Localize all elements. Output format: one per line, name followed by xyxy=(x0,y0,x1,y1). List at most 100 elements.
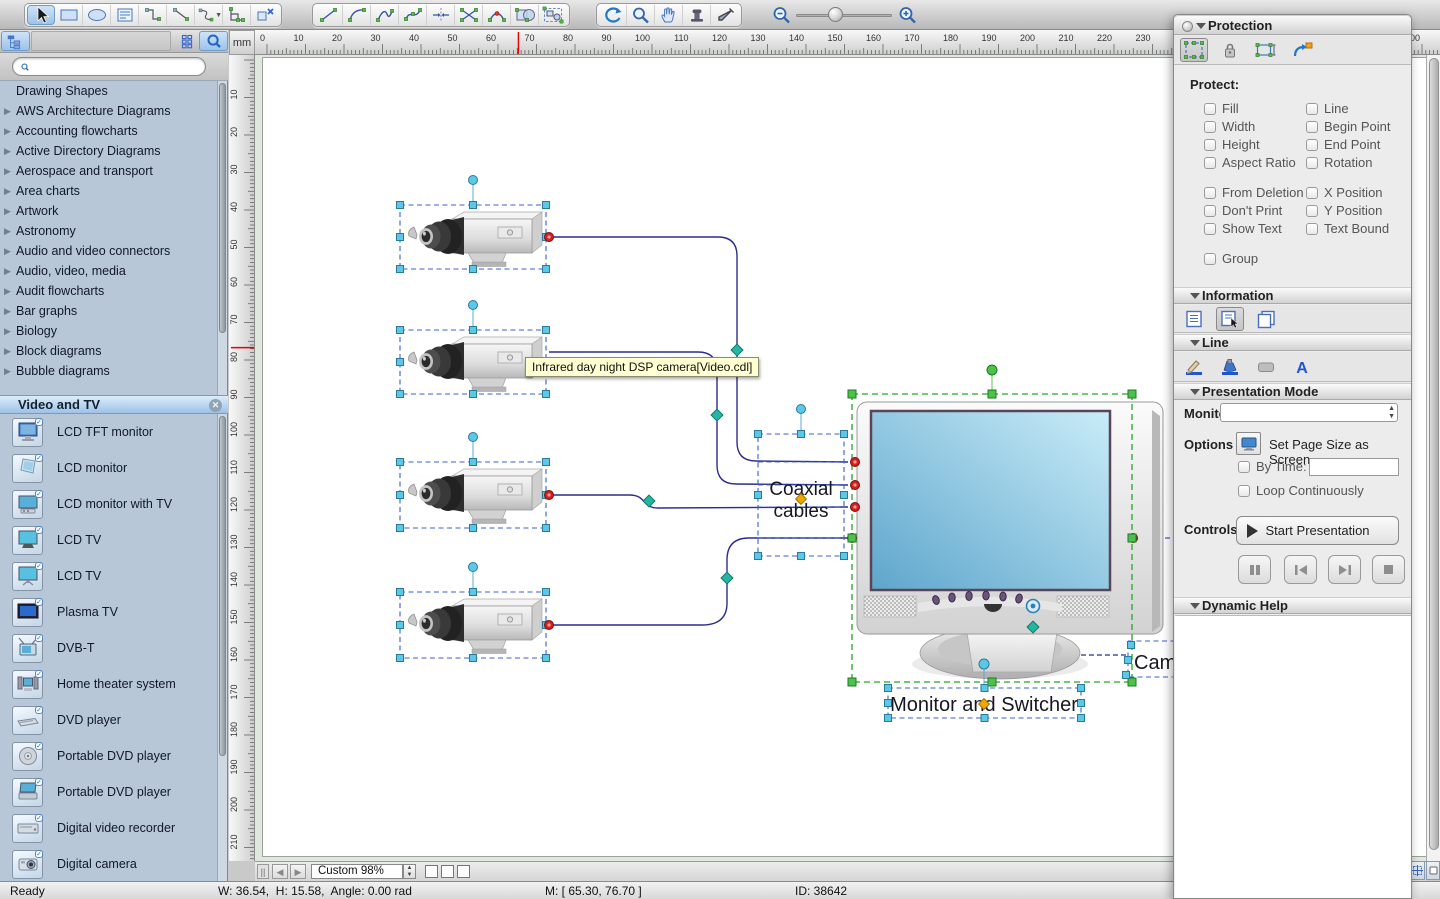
rotation-handle[interactable] xyxy=(469,301,478,310)
selection-handle[interactable] xyxy=(543,589,550,596)
selection-handle[interactable] xyxy=(988,678,996,686)
stencil-item[interactable]: ✓Digital camera xyxy=(0,846,218,881)
category-item[interactable]: ▶Area charts xyxy=(0,181,218,201)
collapse-triangle-icon[interactable] xyxy=(1190,340,1200,346)
line-section-header[interactable]: Line xyxy=(1174,334,1411,351)
protect-show-text-checkbox[interactable]: Show Text xyxy=(1204,221,1282,236)
collapse-triangle-icon[interactable] xyxy=(1190,389,1200,395)
selection-handle[interactable] xyxy=(755,553,762,560)
pan-tool[interactable] xyxy=(655,5,683,25)
prev-page-button[interactable]: ◀ xyxy=(272,864,288,879)
line-style-button[interactable] xyxy=(1252,355,1280,379)
selection-handle[interactable] xyxy=(1078,700,1085,707)
stencil-thumbnail[interactable]: ✓ xyxy=(12,526,43,555)
palette-close-button[interactable] xyxy=(1182,21,1193,32)
grid-view-button[interactable] xyxy=(172,31,201,51)
stencil-thumbnail[interactable]: ✓ xyxy=(12,670,43,699)
stencil-checkbox-icon[interactable]: ✓ xyxy=(35,418,43,426)
category-scrollbar[interactable] xyxy=(217,81,227,395)
collapse-triangle-icon[interactable] xyxy=(1196,23,1206,29)
start-presentation-button[interactable]: Start Presentation xyxy=(1236,516,1399,545)
rotation-handle[interactable] xyxy=(469,176,478,185)
curved-connector-tool[interactable]: ▼ xyxy=(195,5,223,25)
smart-connector-tool[interactable] xyxy=(139,5,167,25)
selection-handle[interactable] xyxy=(1128,678,1136,686)
selection-handle[interactable] xyxy=(841,492,848,499)
selection-handle[interactable] xyxy=(841,553,848,560)
marquee-button[interactable] xyxy=(1180,38,1208,62)
tree-connector-tool[interactable] xyxy=(223,5,251,25)
selection-handle[interactable] xyxy=(755,492,762,499)
arc-point-tool[interactable] xyxy=(483,5,511,25)
cctv-camera-shape[interactable] xyxy=(409,469,542,524)
combine-tool[interactable] xyxy=(511,5,539,25)
selection-handle[interactable] xyxy=(848,534,856,542)
connector-line[interactable] xyxy=(549,237,848,462)
rotation-handle[interactable] xyxy=(987,365,997,375)
pause-button[interactable] xyxy=(1238,555,1271,584)
canvas-vertical-scrollbar[interactable] xyxy=(1426,55,1440,861)
category-item[interactable]: Drawing Shapes xyxy=(0,81,218,101)
protect-text-bound-checkbox[interactable]: Text Bound xyxy=(1306,221,1389,236)
direct-connector-tool[interactable] xyxy=(167,5,195,25)
by-time-checkbox[interactable]: By Time: xyxy=(1238,459,1307,474)
lock-button[interactable] xyxy=(1216,38,1244,62)
loop-continuously-checkbox[interactable]: Loop Continuously xyxy=(1238,483,1364,498)
stencil-item[interactable]: ✓Portable DVD player xyxy=(0,738,218,774)
category-item[interactable]: ▶Accounting flowcharts xyxy=(0,121,218,141)
cctv-camera-shape[interactable] xyxy=(409,337,542,392)
selection-handle[interactable] xyxy=(543,655,550,662)
selection-handle[interactable] xyxy=(470,525,477,532)
active-library-header[interactable]: Video and TV ✕ xyxy=(0,395,228,414)
category-scrollbar-thumb[interactable] xyxy=(219,83,226,333)
cctv-camera-shape[interactable] xyxy=(409,599,542,654)
stencil-thumbnail[interactable]: ✓ xyxy=(12,634,43,663)
dynamic-help-section-header[interactable]: Dynamic Help xyxy=(1174,597,1411,614)
rotation-handle[interactable] xyxy=(979,659,989,669)
selection-handle[interactable] xyxy=(981,685,988,692)
rotation-handle[interactable] xyxy=(797,405,806,414)
ellipse-tool[interactable] xyxy=(83,5,111,25)
line-tool[interactable] xyxy=(315,5,343,25)
selection-handle[interactable] xyxy=(397,622,404,629)
selection-handle[interactable] xyxy=(1128,534,1136,542)
cctv-camera-shape[interactable] xyxy=(409,212,542,267)
stencil-item[interactable]: ✓LCD TV xyxy=(0,522,218,558)
cameras-label-clipped[interactable]: Cam xyxy=(1134,652,1176,674)
stencil-thumbnail[interactable]: ✓ xyxy=(12,562,43,591)
stencil-checkbox-icon[interactable]: ✓ xyxy=(35,742,43,750)
selection-handle[interactable] xyxy=(543,202,550,209)
rotate-tool[interactable] xyxy=(599,5,627,25)
category-item[interactable]: ▶Biology xyxy=(0,321,218,341)
selection-handle[interactable] xyxy=(470,589,477,596)
stamp-tool[interactable] xyxy=(683,5,711,25)
page-tab-1[interactable] xyxy=(425,865,438,878)
protect-from-deletion-checkbox[interactable]: From Deletion xyxy=(1204,185,1304,200)
stencil-thumbnail[interactable]: ✓ xyxy=(12,850,43,879)
stop-button[interactable] xyxy=(1372,555,1405,584)
selection-handle[interactable] xyxy=(848,678,856,686)
selection-handle[interactable] xyxy=(1128,390,1136,398)
monitor-shape[interactable] xyxy=(857,402,1163,679)
selection-handle[interactable] xyxy=(543,327,550,334)
tree-view-button[interactable] xyxy=(1,31,30,51)
selection-handle[interactable] xyxy=(988,390,996,398)
fill-color-button[interactable] xyxy=(1216,355,1244,379)
node-edit-tool[interactable] xyxy=(427,5,455,25)
eyedropper-tool[interactable] xyxy=(711,5,739,25)
category-item[interactable]: ▶Astronomy xyxy=(0,221,218,241)
disconnect-tool[interactable] xyxy=(251,5,279,25)
canvas-vscroll-thumb[interactable] xyxy=(1429,58,1439,850)
dropdown-caret-icon[interactable]: ▼ xyxy=(215,12,222,19)
stencil-checkbox-icon[interactable]: ✓ xyxy=(35,526,43,534)
next-page-button[interactable]: ▶ xyxy=(290,864,306,879)
selection-handle[interactable] xyxy=(885,685,892,692)
skip-start-button[interactable] xyxy=(1284,555,1317,584)
page-tab-2[interactable] xyxy=(441,865,454,878)
hint-button[interactable] xyxy=(1216,307,1244,331)
selection-handle[interactable] xyxy=(543,391,550,398)
rotation-handle[interactable] xyxy=(469,563,478,572)
protect-height-checkbox[interactable]: Height xyxy=(1204,137,1260,152)
zoom-slider-track[interactable] xyxy=(796,14,892,17)
selection-handle[interactable] xyxy=(397,492,404,499)
